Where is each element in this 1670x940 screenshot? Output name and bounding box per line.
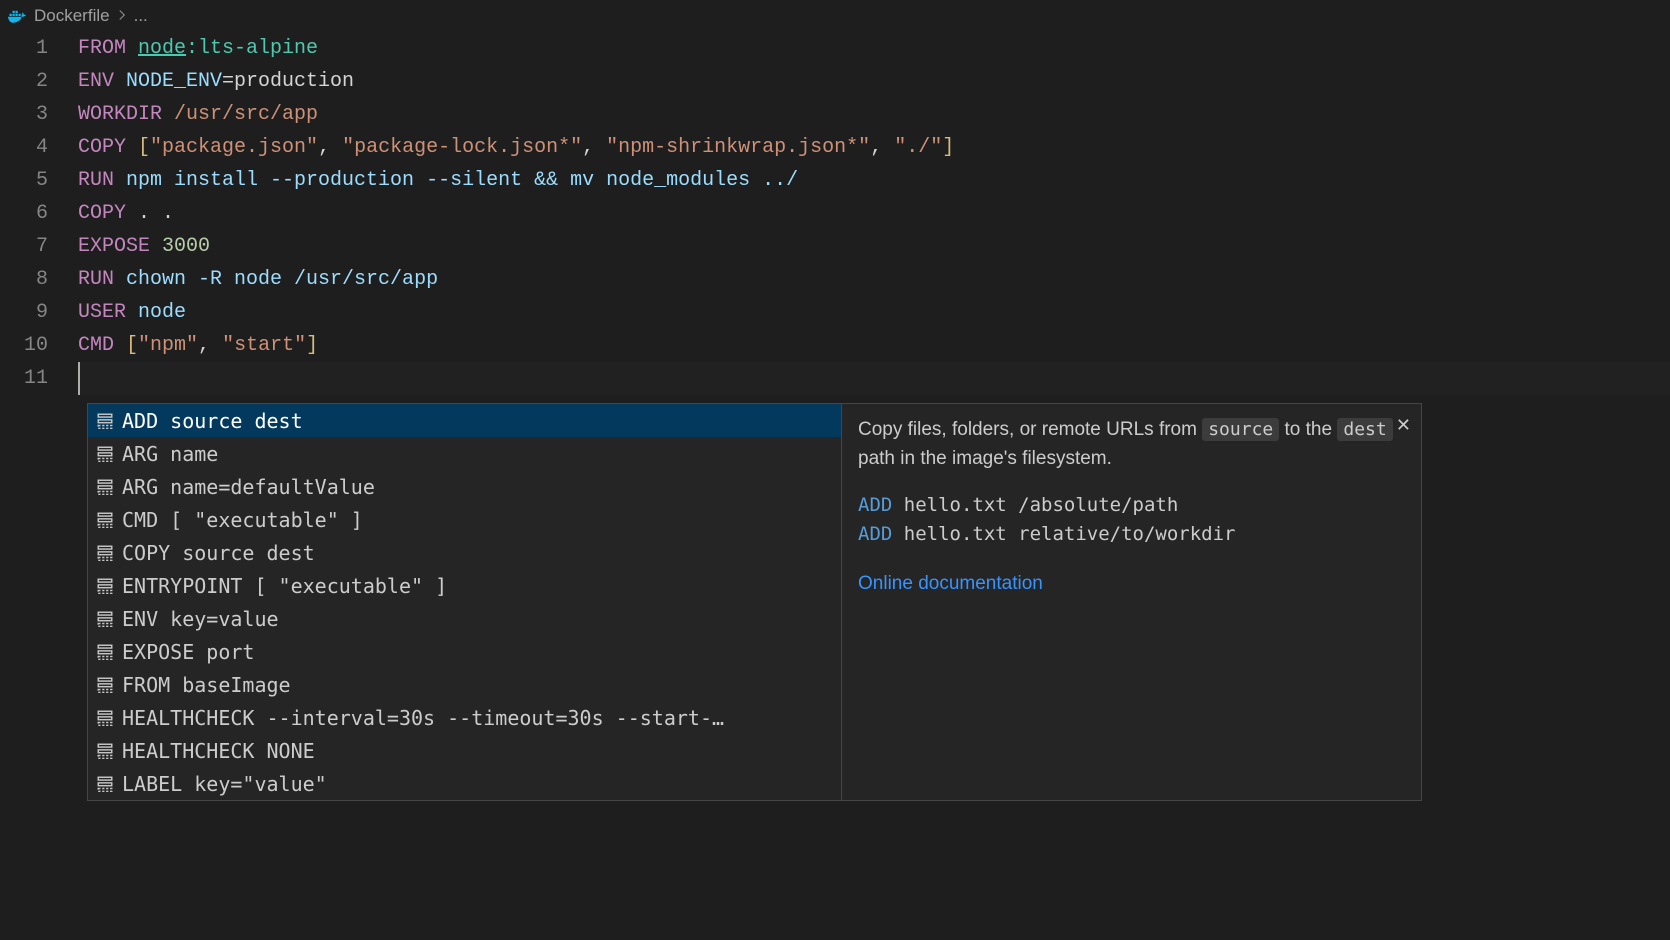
line-number: 9 <box>0 296 48 329</box>
suggestion-label: ARG name=defaultValue <box>122 475 375 499</box>
line-number: 4 <box>0 131 48 164</box>
suggestion-description: Copy files, folders, or remote URLs from… <box>858 416 1405 473</box>
line-number: 3 <box>0 98 48 131</box>
line-number: 8 <box>0 263 48 296</box>
suggestion-details: ✕ Copy files, folders, or remote URLs fr… <box>841 404 1421 800</box>
desc-text: path in the image's filesystem. <box>858 448 1112 469</box>
line-number: 1 <box>0 32 48 65</box>
desc-text: Copy files, folders, or remote URLs from <box>858 419 1202 440</box>
suggestion-item[interactable]: HEALTHCHECK NONE <box>88 734 841 767</box>
code-line[interactable]: COPY . . <box>78 197 1670 230</box>
close-icon[interactable]: ✕ <box>1396 412 1411 439</box>
code-line[interactable]: RUN npm install --production --silent &&… <box>78 164 1670 197</box>
code-token: source <box>1202 418 1279 441</box>
code-line[interactable]: WORKDIR /usr/src/app <box>78 98 1670 131</box>
suggestion-item[interactable]: EXPOSE port <box>88 635 841 668</box>
line-number: 11 <box>0 362 48 395</box>
desc-text: to the <box>1279 419 1337 440</box>
example-keyword: ADD <box>858 494 892 516</box>
suggestion-label: HEALTHCHECK --interval=30s --timeout=30s… <box>122 706 724 730</box>
snippet-icon <box>94 577 116 595</box>
example-keyword: ADD <box>858 523 892 545</box>
suggestion-label: CMD [ "executable" ] <box>122 508 363 532</box>
example-text: hello.txt /absolute/path <box>892 494 1178 516</box>
snippet-icon <box>94 742 116 760</box>
snippet-icon <box>94 709 116 727</box>
code-line[interactable] <box>78 362 1670 395</box>
suggestion-item[interactable]: ARG name <box>88 437 841 470</box>
line-number: 6 <box>0 197 48 230</box>
suggestion-label: COPY source dest <box>122 541 315 565</box>
snippet-icon <box>94 445 116 463</box>
docker-icon <box>8 9 26 23</box>
suggestion-list[interactable]: ADD source dest ARG name ARG name=defaultV… <box>88 404 841 800</box>
breadcrumb-tail[interactable]: ... <box>134 6 148 26</box>
suggestion-label: ENV key=value <box>122 607 279 631</box>
suggestion-label: ENTRYPOINT [ "executable" ] <box>122 574 447 598</box>
breadcrumb[interactable]: Dockerfile ... <box>0 0 1670 32</box>
code-line[interactable]: EXPOSE 3000 <box>78 230 1670 263</box>
documentation-link[interactable]: Online documentation <box>858 570 1405 599</box>
suggestion-label: ARG name <box>122 442 218 466</box>
suggestion-label: FROM baseImage <box>122 673 291 697</box>
suggestion-label: LABEL key="value" <box>122 772 327 796</box>
intellisense-popup: ADD source dest ARG name ARG name=defaultV… <box>87 403 1422 801</box>
code-line[interactable]: ENV NODE_ENV=production <box>78 65 1670 98</box>
suggestion-item[interactable]: ENV key=value <box>88 602 841 635</box>
suggestion-item[interactable]: ARG name=defaultValue <box>88 470 841 503</box>
example-text: hello.txt relative/to/workdir <box>892 523 1235 545</box>
suggestion-item[interactable]: CMD [ "executable" ] <box>88 503 841 536</box>
snippet-icon <box>94 676 116 694</box>
line-number: 2 <box>0 65 48 98</box>
snippet-icon <box>94 478 116 496</box>
line-number: 5 <box>0 164 48 197</box>
line-number: 10 <box>0 329 48 362</box>
suggestion-label: EXPOSE port <box>122 640 254 664</box>
code-line[interactable]: CMD ["npm", "start"] <box>78 329 1670 362</box>
snippet-icon <box>94 544 116 562</box>
snippet-icon <box>94 610 116 628</box>
snippet-icon <box>94 643 116 661</box>
line-number: 7 <box>0 230 48 263</box>
suggestion-label: ADD source dest <box>122 409 303 433</box>
code-token: dest <box>1337 418 1392 441</box>
suggestion-item[interactable]: HEALTHCHECK --interval=30s --timeout=30s… <box>88 701 841 734</box>
suggestion-item[interactable]: LABEL key="value" <box>88 767 841 800</box>
code-line[interactable]: COPY ["package.json", "package-lock.json… <box>78 131 1670 164</box>
snippet-icon <box>94 511 116 529</box>
snippet-icon <box>94 775 116 793</box>
code-editor[interactable]: 1234567891011 FROM node:lts-alpineENV NO… <box>0 32 1670 395</box>
snippet-icon <box>94 412 116 430</box>
suggestion-item[interactable]: FROM baseImage <box>88 668 841 701</box>
code-line[interactable]: USER node <box>78 296 1670 329</box>
suggestion-label: HEALTHCHECK NONE <box>122 739 315 763</box>
suggestion-examples: ADD hello.txt /absolute/path ADD hello.t… <box>858 491 1405 550</box>
chevron-right-icon <box>116 6 128 26</box>
line-number-gutter: 1234567891011 <box>0 32 78 395</box>
code-content[interactable]: FROM node:lts-alpineENV NODE_ENV=product… <box>78 32 1670 395</box>
suggestion-item[interactable]: ADD source dest <box>88 404 841 437</box>
breadcrumb-file[interactable]: Dockerfile <box>34 6 110 26</box>
suggestion-item[interactable]: COPY source dest <box>88 536 841 569</box>
code-line[interactable]: RUN chown -R node /usr/src/app <box>78 263 1670 296</box>
suggestion-item[interactable]: ENTRYPOINT [ "executable" ] <box>88 569 841 602</box>
code-line[interactable]: FROM node:lts-alpine <box>78 32 1670 65</box>
